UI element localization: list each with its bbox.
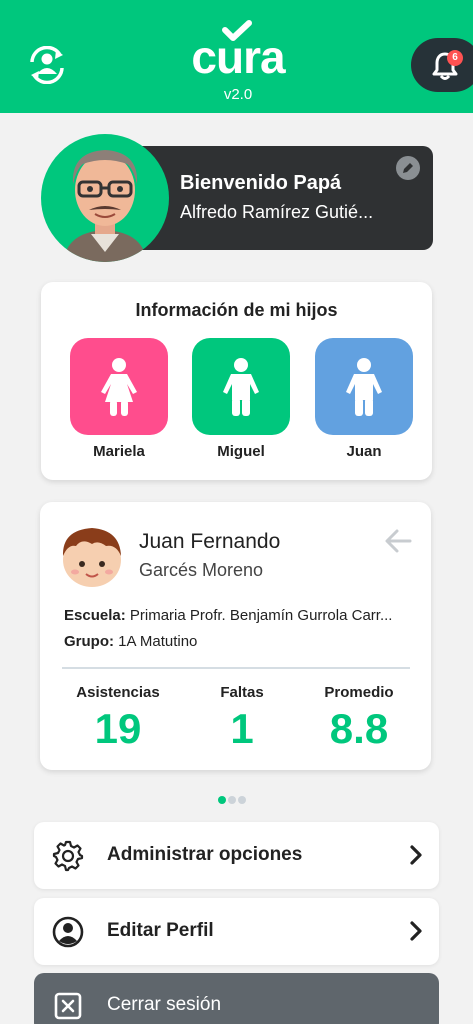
stat-absences: Faltas 1 [190,684,294,753]
group-label: Grupo: [64,633,114,650]
gear-icon [52,840,84,872]
stat-value: 8.8 [329,705,389,752]
logo-text: cura [191,31,285,83]
carousel-pager [218,791,248,809]
child-tile-bg [315,338,413,435]
account-sync-icon[interactable] [26,45,68,85]
cura-logo: cura [186,20,290,83]
children-title: Información de mi hijos [135,300,338,320]
chevron-right-icon [410,845,422,865]
app-header: cura v2.0 6 [0,0,473,113]
notifications-button[interactable]: 6 [411,38,473,92]
notification-badge: 6 [447,50,463,66]
stat-attendance: Asistencias 19 [64,684,172,753]
menu-label: Editar Perfil [107,920,214,941]
child-name: Mariela [93,443,145,460]
school-label: Escuela: [64,607,126,624]
menu-label: Administrar opciones [107,844,303,865]
close-box-icon [54,992,82,1020]
child-tile-bg [192,338,290,435]
girl-icon [101,358,137,416]
child-name: Juan [346,443,382,460]
group-value: 1A Matutino [114,633,198,650]
pencil-icon[interactable] [396,156,420,180]
welcome-title: Bienvenido Papá [180,172,342,194]
children-card: Información de mi hijos Mariela Miguel J… [41,282,432,480]
student-avatar [62,528,121,587]
parent-avatar [41,134,169,262]
stat-value: 19 [94,705,142,752]
chevron-right-icon [410,921,422,941]
boy-icon [223,358,259,416]
student-first-name: Juan Fernando [139,530,281,553]
stat-label: Asistencias [76,684,160,701]
divider [62,667,410,669]
edit-profile-button[interactable]: Editar Perfil [34,898,439,965]
student-last-name: Garcés Moreno [139,560,264,580]
child-name: Miguel [217,443,265,460]
pager-dot-2[interactable] [228,796,236,804]
stat-average: Promedio 8.8 [310,684,408,753]
school-value: Primaria Profr. Benjamín Gurrola Carr... [125,607,393,624]
group-info: Grupo: 1A Matutino [64,633,414,650]
account-circle-icon [52,916,84,948]
pager-dot-1[interactable] [218,796,226,804]
arrow-left-icon[interactable] [384,528,412,554]
stat-value: 1 [230,705,254,752]
logout-label: Cerrar sesión [107,994,222,1015]
child-tile-bg [70,338,168,435]
child-tile-juan[interactable]: Juan [315,338,413,460]
parent-name: Alfredo Ramírez Gutié... [180,202,374,222]
school-info: Escuela: Primaria Profr. Benjamín Gurrol… [64,607,414,624]
child-tile-miguel[interactable]: Miguel [192,338,290,460]
boy-icon [346,358,382,416]
welcome-card: Bienvenido Papá Alfredo Ramírez Gutié... [130,146,433,250]
app-version: v2.0 [223,86,253,103]
stat-label: Faltas [220,684,264,701]
pager-dot-3[interactable] [238,796,246,804]
child-tile-mariela[interactable]: Mariela [70,338,168,460]
stat-label: Promedio [324,684,394,701]
logout-button[interactable]: Cerrar sesión [34,973,439,1024]
student-summary-card: Juan Fernando Garcés Moreno Escuela: Pri… [40,502,431,770]
manage-options-button[interactable]: Administrar opciones [34,822,439,889]
